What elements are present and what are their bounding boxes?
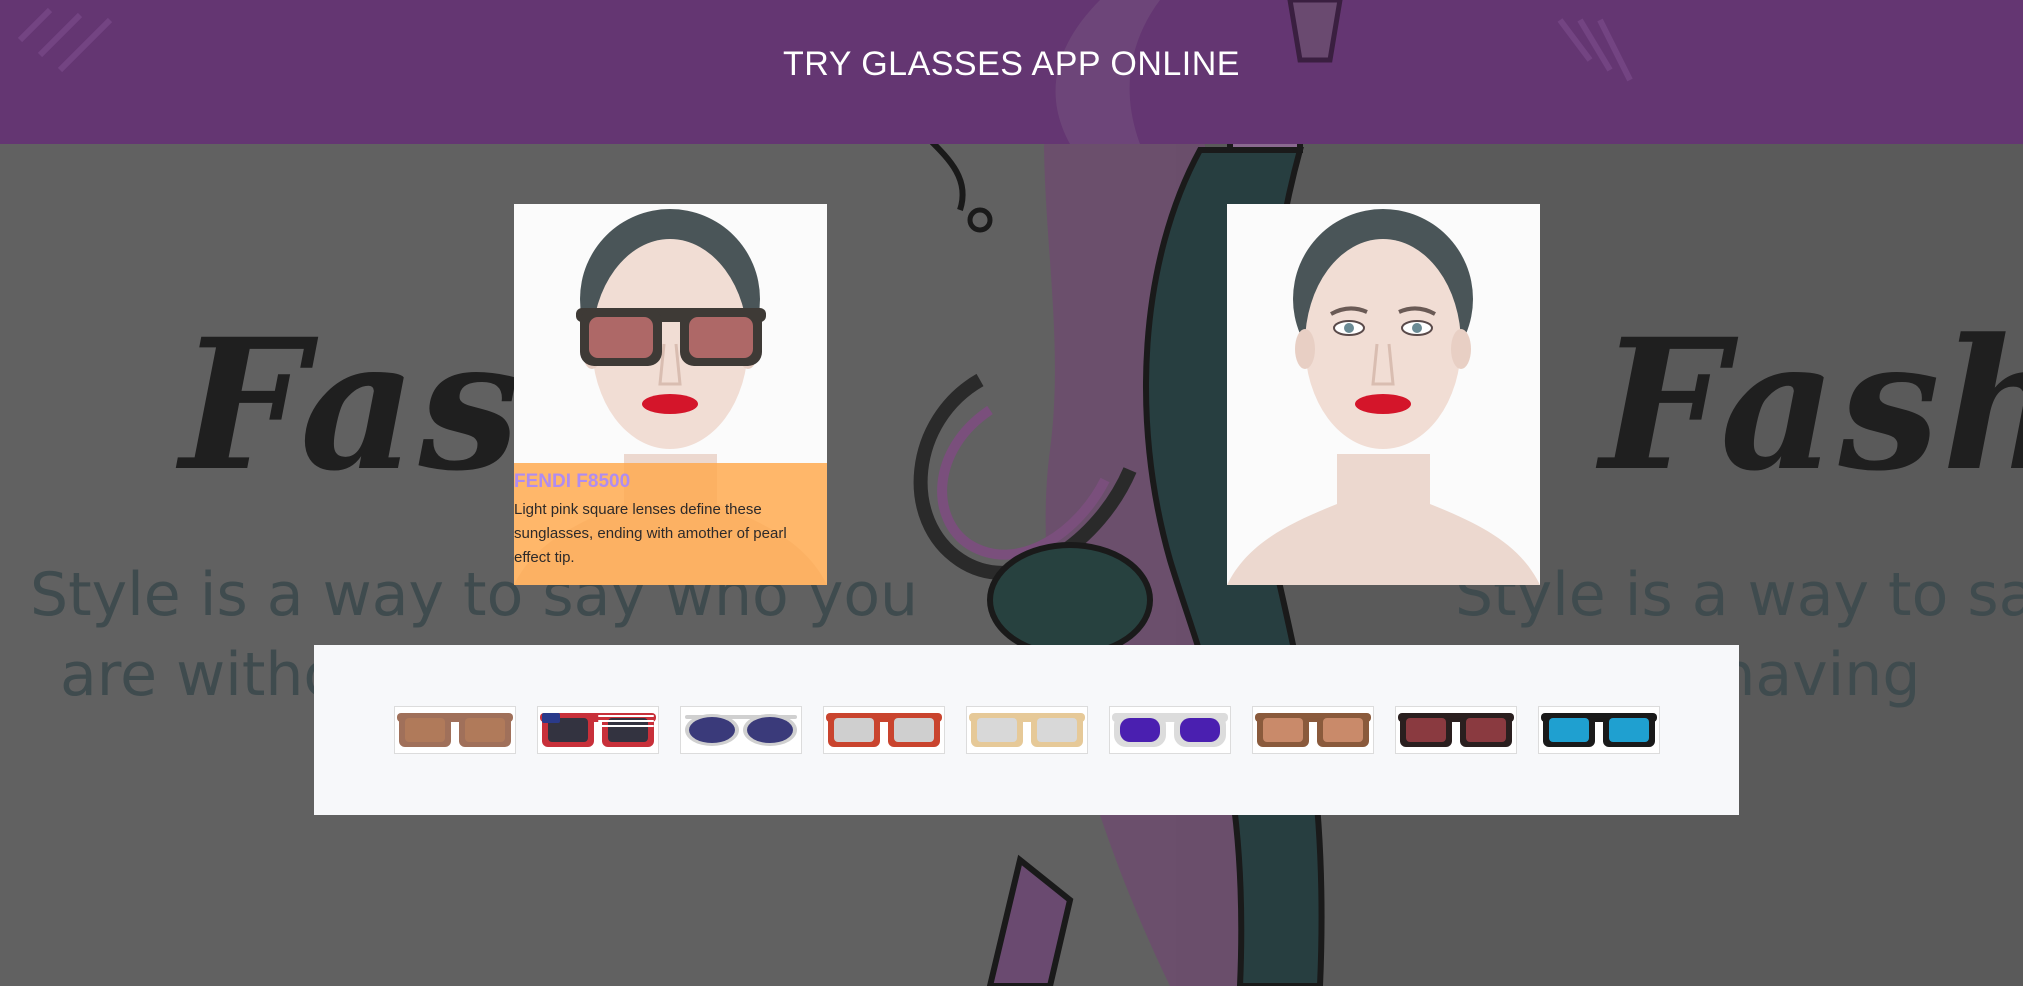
- glasses-thumbnail-5[interactable]: [966, 706, 1088, 754]
- background-heading-right: Fashio: [1600, 300, 2023, 511]
- glasses-thumbnail-4[interactable]: [823, 706, 945, 754]
- model-preview-with-glasses: FENDI F8500 Light pink square lenses def…: [514, 204, 827, 585]
- sunglasses-icon: [1112, 713, 1228, 747]
- sunglasses-icon: [1255, 713, 1371, 747]
- sunglasses-icon: [969, 713, 1085, 747]
- sunglasses-icon: [1541, 713, 1657, 747]
- model-face-image: [1227, 204, 1540, 585]
- product-info-panel: FENDI F8500 Light pink square lenses def…: [514, 463, 827, 585]
- background-slogan-right-line1: Style is a way to say: [1455, 560, 2023, 630]
- glasses-thumbnail-7[interactable]: [1252, 706, 1374, 754]
- glasses-thumbnail-list: [394, 706, 1660, 754]
- glasses-thumbnail-2[interactable]: [537, 706, 659, 754]
- glasses-overlay: [576, 308, 766, 366]
- product-name: FENDI F8500: [514, 471, 631, 492]
- background: Fash Fashio Style is a way to say who yo…: [0, 0, 2023, 986]
- glasses-thumbnail-3[interactable]: [680, 706, 802, 754]
- glasses-selector: [314, 645, 1739, 815]
- glasses-thumbnail-9[interactable]: [1538, 706, 1660, 754]
- sunglasses-icon: [826, 713, 942, 747]
- app-header: TRY GLASSES APP ONLINE: [0, 0, 2023, 144]
- sunglasses-icon: [1398, 713, 1514, 747]
- page-title: TRY GLASSES APP ONLINE: [783, 44, 1240, 83]
- model-preview-original: [1227, 204, 1540, 585]
- glasses-thumbnail-1[interactable]: [394, 706, 516, 754]
- sunglasses-icon: [540, 713, 656, 747]
- product-description: Light pink square lenses define these su…: [514, 501, 787, 566]
- glasses-thumbnail-6[interactable]: [1109, 706, 1231, 754]
- glasses-thumbnail-8[interactable]: [1395, 706, 1517, 754]
- sunglasses-icon: [397, 713, 513, 747]
- sunglasses-icon: [685, 714, 797, 746]
